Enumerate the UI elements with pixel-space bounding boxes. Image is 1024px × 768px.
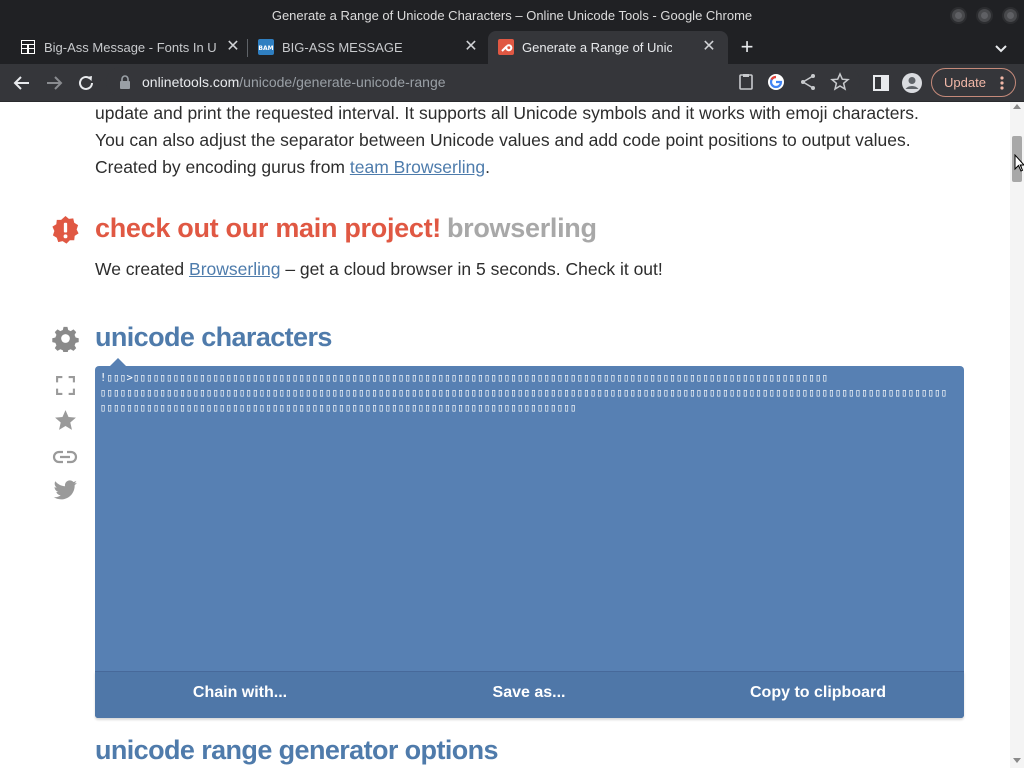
intro-line: You can also adjust the separator betwee… bbox=[95, 130, 911, 150]
copy-to-clipboard-button[interactable]: Copy to clipboard bbox=[673, 672, 963, 716]
browserling-link[interactable]: Browserling bbox=[189, 259, 280, 279]
update-button[interactable]: Update bbox=[931, 68, 1016, 97]
tab-big-ass-message[interactable]: BAM BIG-ASS MESSAGE ✕ bbox=[238, 31, 488, 64]
output-panel: !▯▯▯>▯▯▯▯▯▯▯▯▯▯▯▯▯▯▯▯▯▯▯▯▯▯▯▯▯▯▯▯▯▯▯▯▯▯▯… bbox=[95, 358, 964, 718]
wrench-favicon-icon bbox=[498, 39, 514, 55]
reload-icon[interactable] bbox=[74, 71, 98, 95]
alert-badge-icon bbox=[52, 215, 79, 244]
google-lens-icon[interactable] bbox=[764, 70, 788, 94]
grid-favicon-icon bbox=[21, 40, 35, 54]
page-viewport: update and print the requested interval.… bbox=[0, 102, 1010, 768]
close-window-button[interactable] bbox=[1002, 7, 1019, 24]
window-titlebar: Generate a Range of Unicode Characters –… bbox=[0, 0, 1024, 31]
promo-brand[interactable]: browserling bbox=[447, 213, 597, 243]
output-textarea[interactable]: !▯▯▯>▯▯▯▯▯▯▯▯▯▯▯▯▯▯▯▯▯▯▯▯▯▯▯▯▯▯▯▯▯▯▯▯▯▯▯… bbox=[100, 371, 952, 671]
browser-toolbar: onlinetools.com/unicode/generate-unicode… bbox=[0, 64, 1024, 102]
promo-heading: check out our main project! browserling bbox=[95, 213, 597, 244]
lock-icon[interactable] bbox=[118, 74, 132, 90]
chain-with-button[interactable]: Chain with... bbox=[95, 672, 385, 716]
update-label: Update bbox=[944, 75, 986, 90]
promo-title: check out our main project! bbox=[95, 213, 441, 243]
more-vertical-icon[interactable] bbox=[996, 75, 1008, 91]
close-icon[interactable]: ✕ bbox=[462, 38, 480, 56]
scroll-up-arrow-icon[interactable] bbox=[1013, 104, 1021, 109]
options-section-title: unicode range generator options bbox=[95, 735, 499, 765]
close-icon[interactable]: ✕ bbox=[700, 38, 718, 56]
scroll-down-arrow-icon[interactable] bbox=[1013, 758, 1021, 763]
url-path: /unicode/generate-unicode-range bbox=[239, 74, 446, 90]
bookmark-star-icon[interactable] bbox=[828, 70, 852, 94]
gear-icon[interactable] bbox=[52, 325, 79, 352]
tab-generate-unicode-range[interactable]: Generate a Range of Unicode Characters ✕ bbox=[488, 31, 728, 64]
svg-text:BAM: BAM bbox=[258, 45, 273, 52]
maximize-button[interactable] bbox=[976, 7, 993, 24]
address-bar[interactable]: onlinetools.com/unicode/generate-unicode… bbox=[106, 67, 860, 97]
output-footer: Chain with... Save as... Copy to clipboa… bbox=[95, 671, 964, 718]
mouse-cursor-icon bbox=[1014, 154, 1024, 172]
page-scrollbar[interactable] bbox=[1010, 102, 1024, 768]
output-section-title: unicode characters bbox=[95, 322, 332, 352]
fullscreen-icon[interactable] bbox=[55, 375, 76, 396]
star-icon[interactable] bbox=[53, 408, 78, 433]
tab-strip: Big-Ass Message - Fonts In Use ✕ BAM BIG… bbox=[0, 31, 1024, 64]
intro-line: Created by encoding gurus from team Brow… bbox=[95, 157, 490, 177]
back-arrow-icon[interactable] bbox=[10, 71, 34, 95]
chevron-down-icon[interactable] bbox=[990, 37, 1012, 59]
profile-avatar-icon[interactable] bbox=[900, 71, 924, 95]
url-text[interactable]: onlinetools.com/unicode/generate-unicode… bbox=[142, 74, 446, 90]
url-host: onlinetools.com bbox=[142, 74, 240, 90]
team-browserling-link[interactable]: team Browserling bbox=[350, 157, 485, 177]
intro-paragraph: update and print the requested interval.… bbox=[95, 102, 995, 181]
side-panel-icon[interactable] bbox=[869, 71, 893, 95]
forward-arrow-icon[interactable] bbox=[42, 71, 66, 95]
twitter-icon[interactable] bbox=[53, 479, 78, 502]
tab-title: Big-Ass Message - Fonts In Use bbox=[44, 40, 216, 55]
promo-text: We created Browserling – get a cloud bro… bbox=[95, 259, 663, 279]
intro-line: update and print the requested interval.… bbox=[95, 103, 919, 123]
tab-title: BIG-ASS MESSAGE bbox=[282, 40, 403, 55]
tab-title: Generate a Range of Unicode Characters bbox=[522, 40, 672, 55]
save-as-button[interactable]: Save as... bbox=[384, 672, 674, 716]
bam-favicon-icon: BAM bbox=[258, 39, 274, 55]
clipboard-icon[interactable] bbox=[734, 70, 758, 94]
share-icon[interactable] bbox=[796, 70, 820, 94]
panel-pointer bbox=[109, 358, 127, 367]
tab-fonts-in-use[interactable]: Big-Ass Message - Fonts In Use ✕ bbox=[0, 31, 246, 64]
minimize-button[interactable] bbox=[950, 7, 967, 24]
new-tab-plus-icon[interactable]: + bbox=[736, 36, 758, 58]
window-title: Generate a Range of Unicode Characters –… bbox=[271, 8, 753, 23]
link-icon[interactable] bbox=[52, 446, 78, 468]
